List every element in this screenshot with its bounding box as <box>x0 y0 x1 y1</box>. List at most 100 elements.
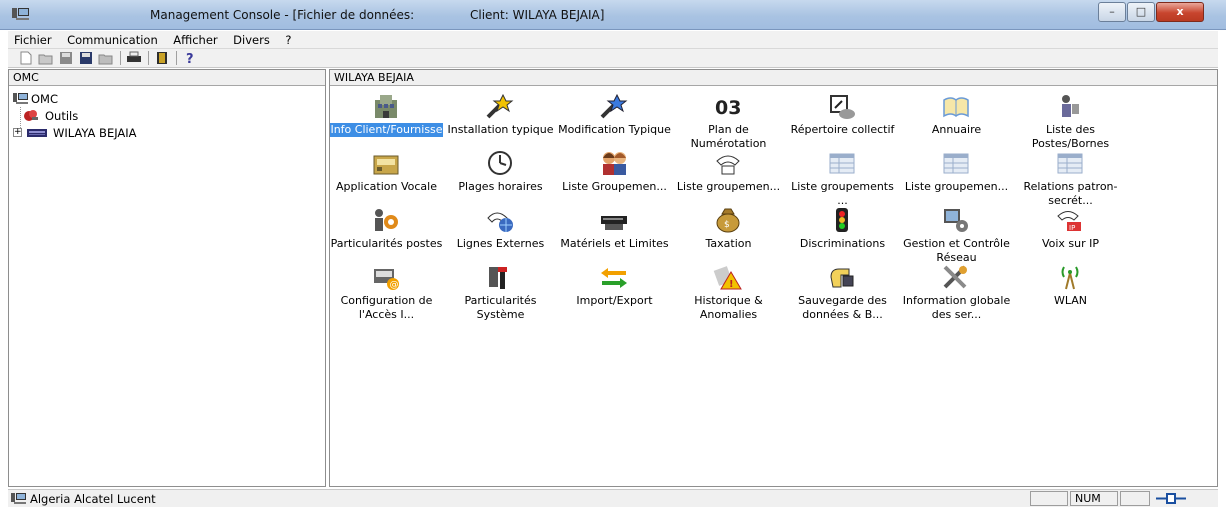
list-table-icon <box>943 153 969 174</box>
console-item-label: Liste Groupemen... <box>562 180 667 193</box>
console-item-label: Application Vocale <box>336 180 437 193</box>
console-item[interactable]: Annuaire <box>900 92 1013 152</box>
maximize-button[interactable]: □ <box>1127 2 1155 22</box>
menu-divers[interactable]: Divers <box>227 31 276 49</box>
console-item[interactable]: Discriminations <box>786 206 899 266</box>
network-control-icon <box>944 209 968 232</box>
voice-application-icon <box>373 155 399 175</box>
new-icon[interactable] <box>18 51 34 65</box>
tree-label: OMC <box>31 92 59 106</box>
content-pane: WILAYA BEJAIA Info Client/Fournisse Insta… <box>329 69 1218 487</box>
console-item[interactable]: Liste des Postes/Bornes <box>1014 92 1127 152</box>
menu-fichier[interactable]: Fichier <box>8 31 58 49</box>
console-item[interactable]: Installation typique <box>444 92 557 152</box>
magic-wand-blue-icon <box>600 93 628 119</box>
traffic-light-icon <box>836 208 848 232</box>
console-item[interactable]: Modification Typique <box>558 92 671 152</box>
console-item-label: Annuaire <box>931 123 982 136</box>
console-item[interactable]: Information globale des ser... <box>900 263 1013 323</box>
open-folder-icon[interactable] <box>98 51 114 65</box>
console-item-label: Sauvegarde des données & B... <box>798 294 887 321</box>
directory-phone-icon <box>830 95 855 119</box>
group-people-icon <box>603 152 626 175</box>
console-item-label: Répertoire collectif <box>790 123 895 136</box>
menu-communication[interactable]: Communication <box>61 31 164 49</box>
print-icon[interactable] <box>126 51 142 65</box>
console-item[interactable]: Liste Groupemen... <box>558 149 671 209</box>
pbx-rack-icon <box>27 129 47 137</box>
console-item[interactable]: Liste groupemen... <box>900 149 1013 209</box>
console-item[interactable]: Gestion et Contrôle Réseau <box>900 206 1013 266</box>
window-title-client: Client: WILAYA BEJAIA] <box>470 8 605 22</box>
content-pane-header: WILAYA BEJAIA <box>330 70 1217 86</box>
tree-label: Outils <box>45 109 79 123</box>
console-item-label: Info Client/Fournisse <box>330 123 443 137</box>
console-item[interactable]: Application Vocale <box>330 149 443 209</box>
console-item[interactable]: WLAN <box>1014 263 1127 323</box>
open-icon[interactable] <box>38 51 54 65</box>
tree-pane: OMC OMC Outils + WILAYA BEJAIA <box>8 69 326 487</box>
console-item[interactable]: $ Taxation <box>672 206 785 266</box>
console-item[interactable]: Particularités postes <box>330 206 443 266</box>
status-panel-empty <box>1030 491 1068 506</box>
tools-icon <box>24 110 38 121</box>
console-item[interactable]: Particularités Système <box>444 263 557 323</box>
app-computer-icon <box>12 8 29 20</box>
network-connector-icon <box>1156 493 1186 504</box>
console-item-label: Historique & Anomalies <box>694 294 763 321</box>
console-item[interactable]: Import/Export <box>558 263 671 323</box>
console-item[interactable]: Sauvegarde des données & B... <box>786 263 899 323</box>
console-item[interactable]: Info Client/Fournisse <box>330 92 443 152</box>
status-text: Algeria Alcatel Lucent <box>30 492 156 506</box>
console-item[interactable]: Liste groupements ... <box>786 149 899 209</box>
toolbar-separator <box>176 51 177 65</box>
warning-history-icon: ! <box>713 266 742 290</box>
status-num-indicator: NUM <box>1070 491 1118 506</box>
console-item-label: Plages horaires <box>458 180 543 193</box>
console-item[interactable]: @ Configuration de l'Accès I... <box>330 263 443 323</box>
console-item[interactable]: Relations patron-secrét... <box>1014 149 1127 209</box>
building-icon <box>375 95 397 118</box>
console-item-label: Gestion et Contrôle Réseau <box>903 237 1010 264</box>
console-item[interactable]: ! Historique & Anomalies <box>672 263 785 323</box>
computer-icon <box>13 93 28 104</box>
console-item[interactable]: Plages horaires <box>444 149 557 209</box>
voip-icon: IP <box>1057 211 1081 232</box>
save-as-icon[interactable] <box>78 51 94 65</box>
window-title: Management Console - [Fichier de données… <box>150 8 415 22</box>
group-phones-icon <box>716 155 740 175</box>
console-item-label: Relations patron-secrét... <box>1023 180 1118 207</box>
menu-afficher[interactable]: Afficher <box>167 31 223 49</box>
toolbar: ? <box>8 49 1218 68</box>
console-item[interactable]: IP Voix sur IP <box>1014 206 1127 266</box>
console-item[interactable]: Répertoire collectif <box>786 92 899 152</box>
tools-info-icon <box>943 265 967 289</box>
minimize-button[interactable]: – <box>1098 2 1126 22</box>
backup-hand-icon <box>830 268 854 288</box>
help-icon[interactable]: ? <box>182 51 198 65</box>
console-item[interactable]: Lignes Externes <box>444 206 557 266</box>
save-icon[interactable] <box>58 51 74 65</box>
console-item-label: Plan de Numérotation <box>690 123 767 150</box>
console-item-label: Configuration de l'Accès I... <box>340 294 433 321</box>
import-export-icon <box>601 268 627 288</box>
user-gear-icon <box>375 209 398 231</box>
console-item-label: Information globale des ser... <box>902 294 1011 321</box>
svg-text:03: 03 <box>715 97 741 119</box>
close-button[interactable]: x <box>1156 2 1204 22</box>
exit-door-icon[interactable] <box>154 51 170 65</box>
console-item-label: Matériels et Limites <box>560 237 669 250</box>
expand-icon[interactable]: + <box>13 128 22 137</box>
menu-bar: Fichier Communication Afficher Divers ? <box>8 31 1218 49</box>
console-item-label: Liste groupements ... <box>791 180 894 207</box>
wlan-antenna-icon <box>1061 266 1079 290</box>
console-item[interactable]: Liste groupemen... <box>672 149 785 209</box>
svg-text:?: ? <box>186 52 194 65</box>
user-station-icon <box>1062 95 1079 117</box>
status-panel-empty <box>1120 491 1150 506</box>
computer-icon <box>11 493 26 504</box>
svg-text:@: @ <box>390 280 399 290</box>
console-item[interactable]: Matériels et Limites <box>558 206 671 266</box>
console-item[interactable]: 03 Plan de Numérotation <box>672 92 785 152</box>
menu-help[interactable]: ? <box>279 31 297 49</box>
